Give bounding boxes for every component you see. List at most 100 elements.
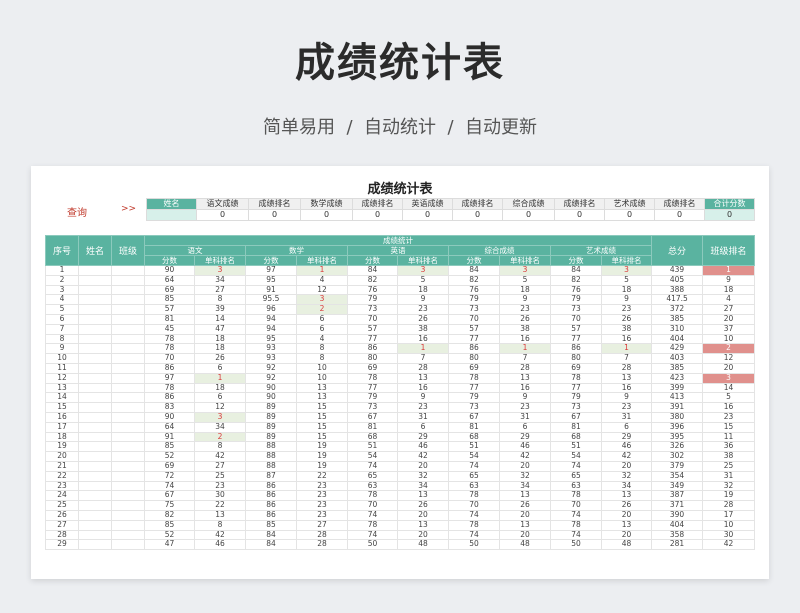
table-cell: 73 <box>448 304 500 315</box>
table-cell: 19 <box>296 441 348 453</box>
table-row: 3 69 27 91 12 76 18 76 18 76 18 388 18 <box>45 284 756 296</box>
table-cell: 25 <box>702 460 756 472</box>
table-cell <box>78 382 112 394</box>
table-cell: 84 <box>448 265 500 276</box>
table-cell: 6 <box>600 421 653 433</box>
table-cell: 2 <box>702 343 756 355</box>
table-cell: 3 <box>702 372 756 384</box>
table-cell: 390 <box>651 509 704 521</box>
table-row: 2 64 34 95 4 82 5 82 5 82 5 405 9 <box>45 274 756 286</box>
table-cell: 10 <box>296 362 348 374</box>
table-row: 15 83 12 89 15 73 23 73 23 73 23 391 16 <box>45 402 756 413</box>
table-cell: 310 <box>651 323 704 335</box>
table-cell: 28 <box>397 362 449 374</box>
table-cell: 8 <box>296 353 348 364</box>
table-cell <box>111 519 145 531</box>
query-value-cell: 0 <box>452 209 503 221</box>
table-cell: 3 <box>194 411 246 423</box>
table-cell <box>111 509 145 521</box>
table-cell: 9 <box>499 392 551 404</box>
table-cell: 77 <box>347 333 398 345</box>
table-cell: 91 <box>245 284 297 296</box>
header-subject: 英语 <box>347 245 449 256</box>
table-cell: 19 <box>296 451 348 462</box>
table-cell: 34 <box>194 274 246 286</box>
table-cell: 9 <box>397 392 449 404</box>
table-cell: 8 <box>194 294 246 306</box>
table-cell <box>78 509 112 521</box>
table-cell: 9 <box>702 274 756 286</box>
table-cell: 4 <box>702 294 756 306</box>
table-cell: 27 <box>45 519 79 531</box>
table-cell: 15 <box>296 402 348 413</box>
table-cell: 78 <box>448 519 500 531</box>
table-cell: 13 <box>397 519 449 531</box>
table-cell: 70 <box>448 500 500 511</box>
header-subject: 语文 <box>144 245 246 256</box>
header-total: 总分 <box>651 235 704 266</box>
table-cell: 52 <box>144 529 195 541</box>
table-cell: 95 <box>245 274 297 286</box>
table-cell: 10 <box>45 353 79 364</box>
table-cell: 28 <box>499 362 551 374</box>
table-cell: 63 <box>550 480 602 492</box>
query-header-cell: 成绩排名 <box>654 198 705 210</box>
table-cell <box>78 470 112 482</box>
table-cell: 32 <box>499 470 551 482</box>
header-rank: 单科排名 <box>397 255 449 266</box>
table-cell: 17 <box>702 509 756 521</box>
table-cell: 34 <box>397 480 449 492</box>
table-cell: 79 <box>448 294 500 306</box>
table-cell: 404 <box>651 519 704 531</box>
table-cell: 7 <box>600 353 653 364</box>
table-cell <box>111 529 145 541</box>
table-cell: 358 <box>651 529 704 541</box>
header-subject: 综合成绩 <box>448 245 551 256</box>
query-header-cell: 成绩排名 <box>352 198 403 210</box>
table-row: 28 52 42 84 28 74 20 74 20 74 20 358 30 <box>45 529 756 541</box>
table-cell <box>111 470 145 482</box>
table-cell <box>111 460 145 472</box>
table-cell: 74 <box>347 509 398 521</box>
table-cell: 404 <box>651 333 704 345</box>
table-cell: 52 <box>144 451 195 462</box>
table-cell: 57 <box>550 323 602 335</box>
table-row: 14 86 6 90 13 79 9 79 9 79 9 413 5 <box>45 392 756 404</box>
table-row: 5 57 39 96 2 73 23 73 23 73 23 372 27 <box>45 304 756 315</box>
table-cell <box>78 441 112 453</box>
table-cell: 88 <box>245 460 297 472</box>
header-score: 分数 <box>448 255 500 266</box>
table-cell: 8 <box>45 333 79 345</box>
table-cell <box>111 539 145 551</box>
table-cell: 16 <box>397 333 449 345</box>
table-cell: 6 <box>194 392 246 404</box>
table-cell: 18 <box>194 333 246 345</box>
table-cell: 28 <box>296 529 348 541</box>
table-cell: 73 <box>347 402 398 413</box>
table-cell: 70 <box>347 500 398 511</box>
table-cell <box>111 343 145 355</box>
table-cell: 6 <box>397 421 449 433</box>
table-cell: 84 <box>550 265 602 276</box>
table-cell: 16 <box>499 333 551 345</box>
table-cell: 79 <box>550 294 602 306</box>
query-header-cell: 综合成绩 <box>502 198 555 210</box>
table-cell <box>78 451 112 462</box>
table-cell: 19 <box>45 441 79 453</box>
table-cell: 72 <box>144 470 195 482</box>
header-rank: 单科排名 <box>499 255 551 266</box>
table-cell: 1 <box>194 372 246 384</box>
table-cell: 57 <box>144 304 195 315</box>
table-cell: 13 <box>600 490 653 502</box>
table-cell: 22 <box>296 470 348 482</box>
table-cell: 1 <box>702 265 756 276</box>
table-cell <box>111 451 145 462</box>
table-cell: 69 <box>144 460 195 472</box>
table-cell: 5 <box>600 274 653 286</box>
table-cell: 81 <box>347 421 398 433</box>
table-cell: 84 <box>347 265 398 276</box>
table-cell: 31 <box>499 411 551 423</box>
table-cell: 22 <box>194 500 246 511</box>
table-cell: 75 <box>144 500 195 511</box>
query-value-cell: 0 <box>704 209 755 221</box>
